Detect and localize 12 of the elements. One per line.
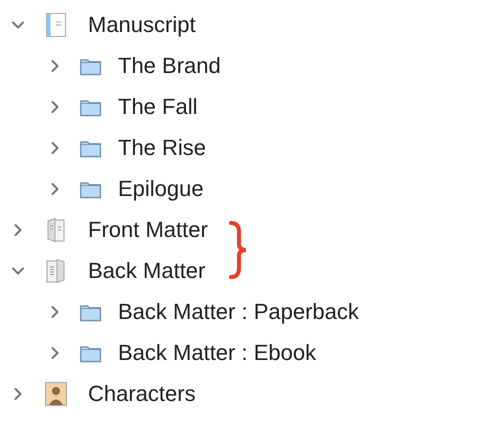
binder-item-label[interactable]: The Fall bbox=[118, 94, 198, 120]
binder-item-label[interactable]: Back Matter : Paperback bbox=[118, 298, 359, 324]
portrait-icon bbox=[44, 380, 68, 406]
binder-item-label[interactable]: Manuscript bbox=[88, 12, 196, 38]
binder-item-label[interactable]: Back Matter : Ebook bbox=[118, 340, 316, 366]
binder-item-label[interactable]: Front Matter bbox=[88, 216, 208, 242]
binder-item-label[interactable]: The Brand bbox=[118, 52, 221, 78]
binder-item-label[interactable]: The Rise bbox=[118, 134, 206, 160]
binder-item-label[interactable]: Back Matter bbox=[88, 258, 206, 284]
document-icon bbox=[44, 12, 68, 38]
binder-item-label[interactable]: Characters bbox=[88, 380, 196, 406]
binder-item-label[interactable]: Epilogue bbox=[118, 176, 204, 202]
